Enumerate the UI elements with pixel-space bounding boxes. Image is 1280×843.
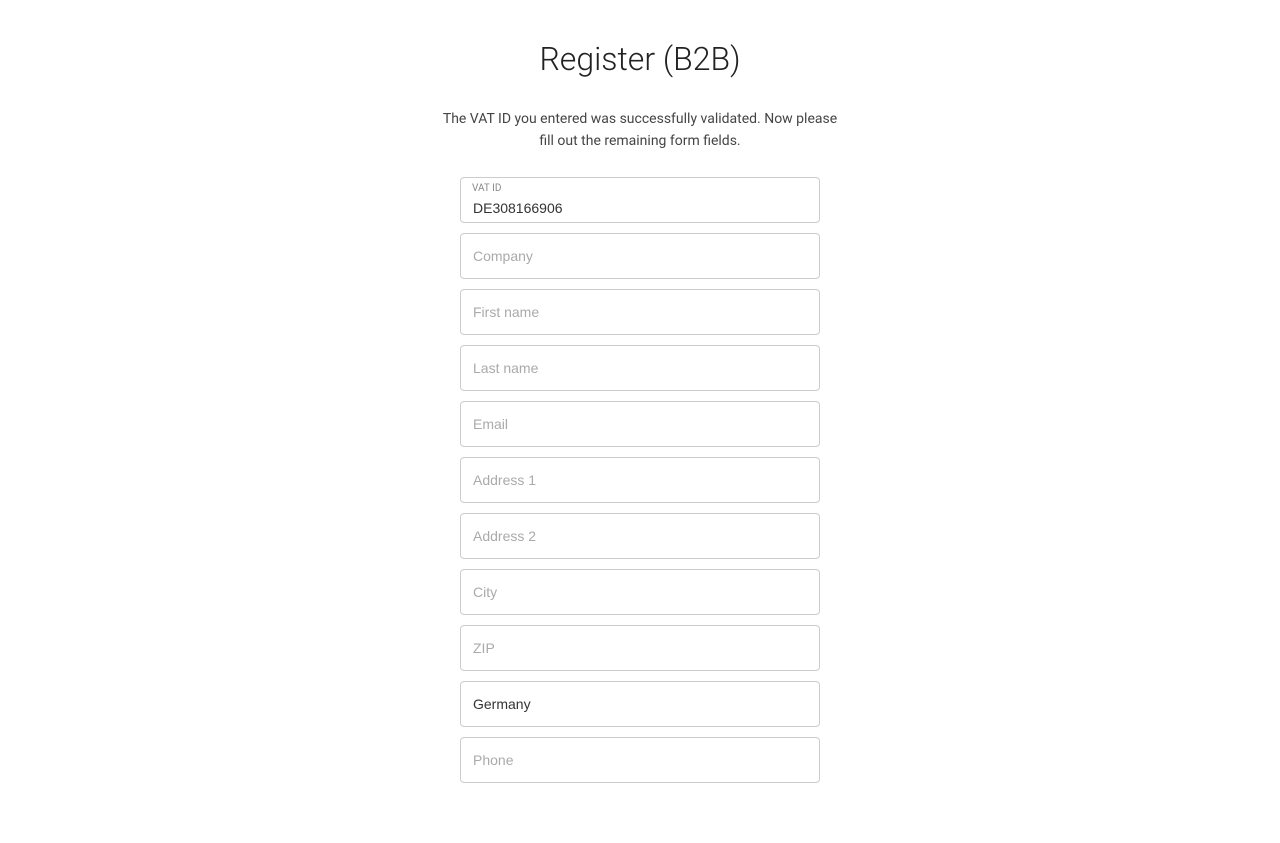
info-line2: fill out the remaining form fields. [539,133,740,149]
vat-id-input[interactable] [460,177,820,223]
email-wrapper [460,401,820,447]
address2-wrapper [460,513,820,559]
first-name-wrapper [460,289,820,335]
phone-wrapper [460,737,820,783]
registration-form: VAT ID [460,177,820,783]
first-name-input[interactable] [460,289,820,335]
zip-input[interactable] [460,625,820,671]
info-text: The VAT ID you entered was successfully … [443,108,837,153]
info-line1: The VAT ID you entered was successfully … [443,111,837,127]
page-title: Register (B2B) [539,40,740,78]
address1-wrapper [460,457,820,503]
page-container: Register (B2B) The VAT ID you entered wa… [0,0,1280,843]
vat-id-wrapper: VAT ID [460,177,820,223]
city-input[interactable] [460,569,820,615]
city-wrapper [460,569,820,615]
company-wrapper [460,233,820,279]
last-name-wrapper [460,345,820,391]
email-input[interactable] [460,401,820,447]
company-input[interactable] [460,233,820,279]
last-name-input[interactable] [460,345,820,391]
address2-input[interactable] [460,513,820,559]
address1-input[interactable] [460,457,820,503]
zip-wrapper [460,625,820,671]
phone-input[interactable] [460,737,820,783]
